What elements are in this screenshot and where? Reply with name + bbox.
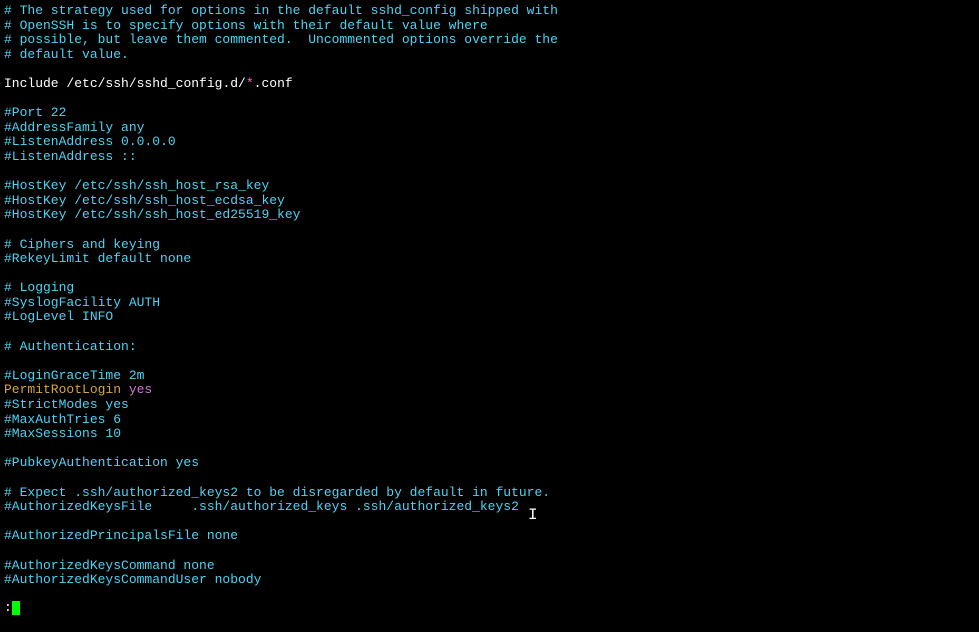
hostkey-line: #HostKey /etc/ssh/ssh_host_ed25519_key — [4, 208, 975, 223]
permitrootlogin-line: PermitRootLogin yes — [4, 383, 975, 398]
terminal-editor-view[interactable]: # The strategy used for options in the d… — [4, 4, 975, 588]
maxsessions-line: #MaxSessions 10 — [4, 427, 975, 442]
strictmodes-line: #StrictModes yes — [4, 398, 975, 413]
config-comment-line: # possible, but leave them commented. Un… — [4, 33, 975, 48]
blank-line — [4, 354, 975, 369]
glob-star: * — [246, 76, 254, 91]
blank-line — [4, 62, 975, 77]
permitrootlogin-value: yes — [121, 382, 152, 397]
blank-line — [4, 515, 975, 530]
logingracetime-line: #LoginGraceTime 2m — [4, 369, 975, 384]
authorizedkeyscommanduser-line: #AuthorizedKeysCommandUser nobody — [4, 573, 975, 588]
config-comment-line: # default value. — [4, 48, 975, 63]
terminal-cursor — [12, 601, 20, 615]
expect-comment-line: # Expect .ssh/authorized_keys2 to be dis… — [4, 486, 975, 501]
pubkeyauthentication-line: #PubkeyAuthentication yes — [4, 456, 975, 471]
rekeylimit-line: #RekeyLimit default none — [4, 252, 975, 267]
include-directive-line: Include /etc/ssh/sshd_config.d/*.conf — [4, 77, 975, 92]
listenaddress-line: #ListenAddress 0.0.0.0 — [4, 135, 975, 150]
vi-command-prompt[interactable]: : — [4, 601, 20, 616]
hostkey-line: #HostKey /etc/ssh/ssh_host_rsa_key — [4, 179, 975, 194]
permitrootlogin-keyword: PermitRootLogin — [4, 382, 121, 397]
authorizedkeyscommand-line: #AuthorizedKeysCommand none — [4, 559, 975, 574]
blank-line — [4, 165, 975, 180]
loglevel-line: #LogLevel INFO — [4, 310, 975, 325]
authorizedkeysfile-line: #AuthorizedKeysFile .ssh/authorized_keys… — [4, 500, 975, 515]
blank-line — [4, 325, 975, 340]
addressfamily-line: #AddressFamily any — [4, 121, 975, 136]
command-prompt-colon: : — [4, 600, 12, 615]
blank-line — [4, 223, 975, 238]
config-comment-line: # OpenSSH is to specify options with the… — [4, 19, 975, 34]
port-line: #Port 22 — [4, 106, 975, 121]
include-ext: .conf — [254, 76, 293, 91]
blank-line — [4, 442, 975, 457]
authentication-comment-line: # Authentication: — [4, 340, 975, 355]
authorizedprincipalsfile-line: #AuthorizedPrincipalsFile none — [4, 529, 975, 544]
logging-comment-line: # Logging — [4, 281, 975, 296]
blank-line — [4, 92, 975, 107]
blank-line — [4, 267, 975, 282]
maxauthtries-line: #MaxAuthTries 6 — [4, 413, 975, 428]
blank-line — [4, 471, 975, 486]
config-comment-line: # The strategy used for options in the d… — [4, 4, 975, 19]
syslogfacility-line: #SyslogFacility AUTH — [4, 296, 975, 311]
blank-line — [4, 544, 975, 559]
include-path: /etc/ssh/sshd_config.d/ — [66, 76, 245, 91]
ciphers-comment-line: # Ciphers and keying — [4, 238, 975, 253]
listenaddress-line: #ListenAddress :: — [4, 150, 975, 165]
include-keyword: Include — [4, 76, 66, 91]
hostkey-line: #HostKey /etc/ssh/ssh_host_ecdsa_key — [4, 194, 975, 209]
